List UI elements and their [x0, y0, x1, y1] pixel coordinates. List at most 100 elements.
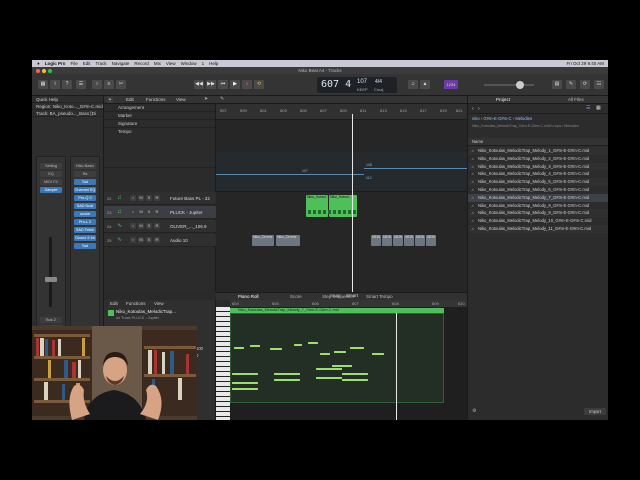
menu-track[interactable]: Track	[96, 61, 107, 66]
master-volume-slider[interactable]	[484, 84, 534, 86]
list-item[interactable]: ♫ Niko_Kotoulas_MelodicTrap_Melody_11_G#m…	[468, 224, 608, 233]
path-segment[interactable]: Melodies	[515, 116, 532, 121]
apple-icon[interactable]: ●	[37, 61, 40, 66]
region-row[interactable]: Region: Niko_Koto..._G#m-C.mid	[32, 103, 103, 110]
menu-mix[interactable]: Mix	[154, 61, 161, 66]
record-enable-icon[interactable]: ○	[130, 209, 136, 215]
record-button-track[interactable]: R	[154, 223, 160, 229]
midi-note[interactable]	[274, 379, 300, 381]
tempo-lane[interactable]: 107 108 112	[216, 152, 467, 192]
help-icon[interactable]: ?	[62, 80, 72, 89]
list-item[interactable]: ♫ Niko_Kotoulas_MelodicTrap_Melody_8_G#m-…	[468, 202, 608, 210]
midi-note[interactable]	[294, 344, 302, 346]
midi-note[interactable]	[270, 348, 282, 350]
gear-icon[interactable]: ⚙	[472, 408, 476, 414]
record-button-track[interactable]: R	[154, 195, 160, 201]
snap-select[interactable]: Smart	[346, 293, 358, 298]
midi-note[interactable]	[250, 345, 260, 347]
add-track-button[interactable]: +	[107, 97, 113, 103]
menu-file[interactable]: File	[70, 61, 77, 66]
midi-note[interactable]	[308, 342, 318, 344]
midi-note[interactable]	[342, 379, 368, 381]
global-track-marker[interactable]: Marker	[104, 112, 215, 120]
piano-roll-ruler[interactable]: 604 605 606 607 608 609 610	[230, 300, 467, 307]
midi-note[interactable]	[372, 353, 384, 355]
notepad-icon[interactable]: ✎	[566, 80, 576, 89]
solo-button[interactable]: S	[146, 237, 152, 243]
metronome-icon[interactable]: ▲	[420, 80, 430, 89]
audio-region[interactable]: NEW	[415, 235, 425, 246]
record-enable-icon[interactable]: ○	[130, 237, 136, 243]
track-name[interactable]: Future Bass PL - 22	[170, 196, 210, 201]
master-volume-knob[interactable]	[516, 81, 524, 89]
list-view-icon[interactable]: ☰	[586, 105, 590, 111]
path-segment[interactable]: niko	[472, 116, 480, 121]
lcd-display[interactable]: 607 4 107 KEEP 4/4 Cmaj	[317, 77, 397, 93]
loop-browser-icon[interactable]: ⟳	[580, 80, 590, 89]
piano-roll-playhead[interactable]	[396, 313, 397, 420]
solo-button[interactable]: S	[146, 195, 152, 201]
track-name[interactable]: PLUCK - Jupiter	[170, 210, 203, 215]
piano-roll-grid[interactable]: Niko_Kotoulas_MelodicTrap_Melody_7_G#m-E…	[230, 307, 467, 420]
record-enable-icon[interactable]: ○	[130, 195, 136, 201]
forward-icon[interactable]: ›	[478, 106, 480, 112]
plugin-slot-4[interactable]: Channel EQ	[74, 187, 96, 193]
list-item[interactable]: ♫ Niko_Kotoulas_MelodicTrap_Melody_2_G#m-…	[468, 155, 608, 163]
track-name[interactable]: Audio 10	[170, 238, 188, 243]
audio-region[interactable]: NEW	[371, 235, 381, 246]
path-segment[interactable]: G#m-E-G#m-C	[483, 116, 511, 121]
quick-help-row[interactable]: Quick Help	[32, 96, 103, 103]
bus-a-button[interactable]: Bus 2	[40, 317, 62, 323]
audio-region[interactable]: NEW	[426, 235, 436, 246]
record-button[interactable]: ●	[242, 80, 252, 89]
midi-note[interactable]	[316, 377, 342, 379]
mute-button[interactable]: M	[138, 195, 144, 201]
plugin-slot-8[interactable]: Pro-L 2	[74, 219, 96, 225]
menu-edit[interactable]: Edit	[83, 61, 91, 66]
midi-note[interactable]	[232, 373, 258, 375]
editor-edit-menu[interactable]: Edit	[110, 301, 118, 306]
midi-note[interactable]	[232, 388, 258, 390]
track-row-22[interactable]: 22 ♫ ○ M S R Future Bass PL - 22	[104, 192, 216, 205]
tuner-icon[interactable]: ♫	[408, 80, 418, 89]
global-track-arrangement[interactable]: Arrangement	[104, 104, 215, 112]
mute-button[interactable]: M	[138, 223, 144, 229]
editors-icon[interactable]: ✂	[116, 80, 126, 89]
track-name[interactable]: OLIVER_..._106.9	[170, 224, 207, 229]
zoom-window-button[interactable]	[48, 69, 52, 73]
menu-navigate[interactable]: Navigate	[112, 61, 130, 66]
audio-region[interactable]: Niko_Drums	[252, 235, 274, 246]
plugin-slot-9[interactable]: SAD Fetch	[74, 227, 96, 233]
midi-note[interactable]	[274, 373, 300, 375]
track-row-25[interactable]: 25 ∿ ○ M S R Audio 10	[104, 234, 216, 247]
minimize-window-button[interactable]	[42, 69, 46, 73]
plugin-slot-10[interactable]: Ozone 9 Im	[74, 235, 96, 241]
list-item[interactable]: ♫ Niko_Kotoulas_MelodicTrap_Melody_4_G#m-…	[468, 170, 608, 178]
playhead[interactable]	[352, 114, 353, 292]
midi-note[interactable]	[234, 347, 244, 349]
rewind-button[interactable]: ◀◀	[194, 80, 204, 89]
tracks-edit-menu[interactable]: Edit	[126, 97, 134, 102]
tracks-functions-menu[interactable]: Functions	[146, 97, 166, 102]
list-item[interactable]: ♫ Niko_Kotoulas_MelodicTrap_Melody_5_G#m-…	[468, 178, 608, 186]
editor-functions-menu[interactable]: Functions	[126, 301, 146, 306]
plugin-slot-5[interactable]: Pro-Q 3	[74, 195, 96, 201]
toolbar-icon[interactable]: ☰	[76, 80, 86, 89]
cycle-button[interactable]: ⟲	[254, 80, 264, 89]
fast-forward-button[interactable]: ▶▶	[206, 80, 216, 89]
menu-window[interactable]: Window	[181, 61, 197, 66]
info-icon[interactable]: i	[50, 80, 60, 89]
arrange-area[interactable]: 597 599 601 603 605 607 609 611 613 615 …	[216, 104, 467, 292]
track-row-24[interactable]: 24 ∿ ○ M S R OLIVER_..._106.9	[104, 220, 216, 233]
plugin-slot-11[interactable]: Sat	[74, 243, 96, 249]
solo-button[interactable]: S	[146, 223, 152, 229]
tracks-view-menu[interactable]: View	[176, 97, 186, 102]
midi-note[interactable]	[332, 365, 352, 367]
setting-button[interactable]: Setting	[40, 163, 62, 169]
list-item-selected[interactable]: ♫ Niko_Kotoulas_MelodicTrap_Melody_7_G#m-…	[468, 193, 608, 202]
menu-record[interactable]: Record	[134, 61, 149, 66]
tab-piano-roll[interactable]: Piano Roll	[238, 294, 259, 299]
plugin-slot-3[interactable]: Sat	[74, 179, 96, 185]
eq-button[interactable]: EQ	[40, 171, 62, 177]
midi-note[interactable]	[232, 382, 258, 384]
